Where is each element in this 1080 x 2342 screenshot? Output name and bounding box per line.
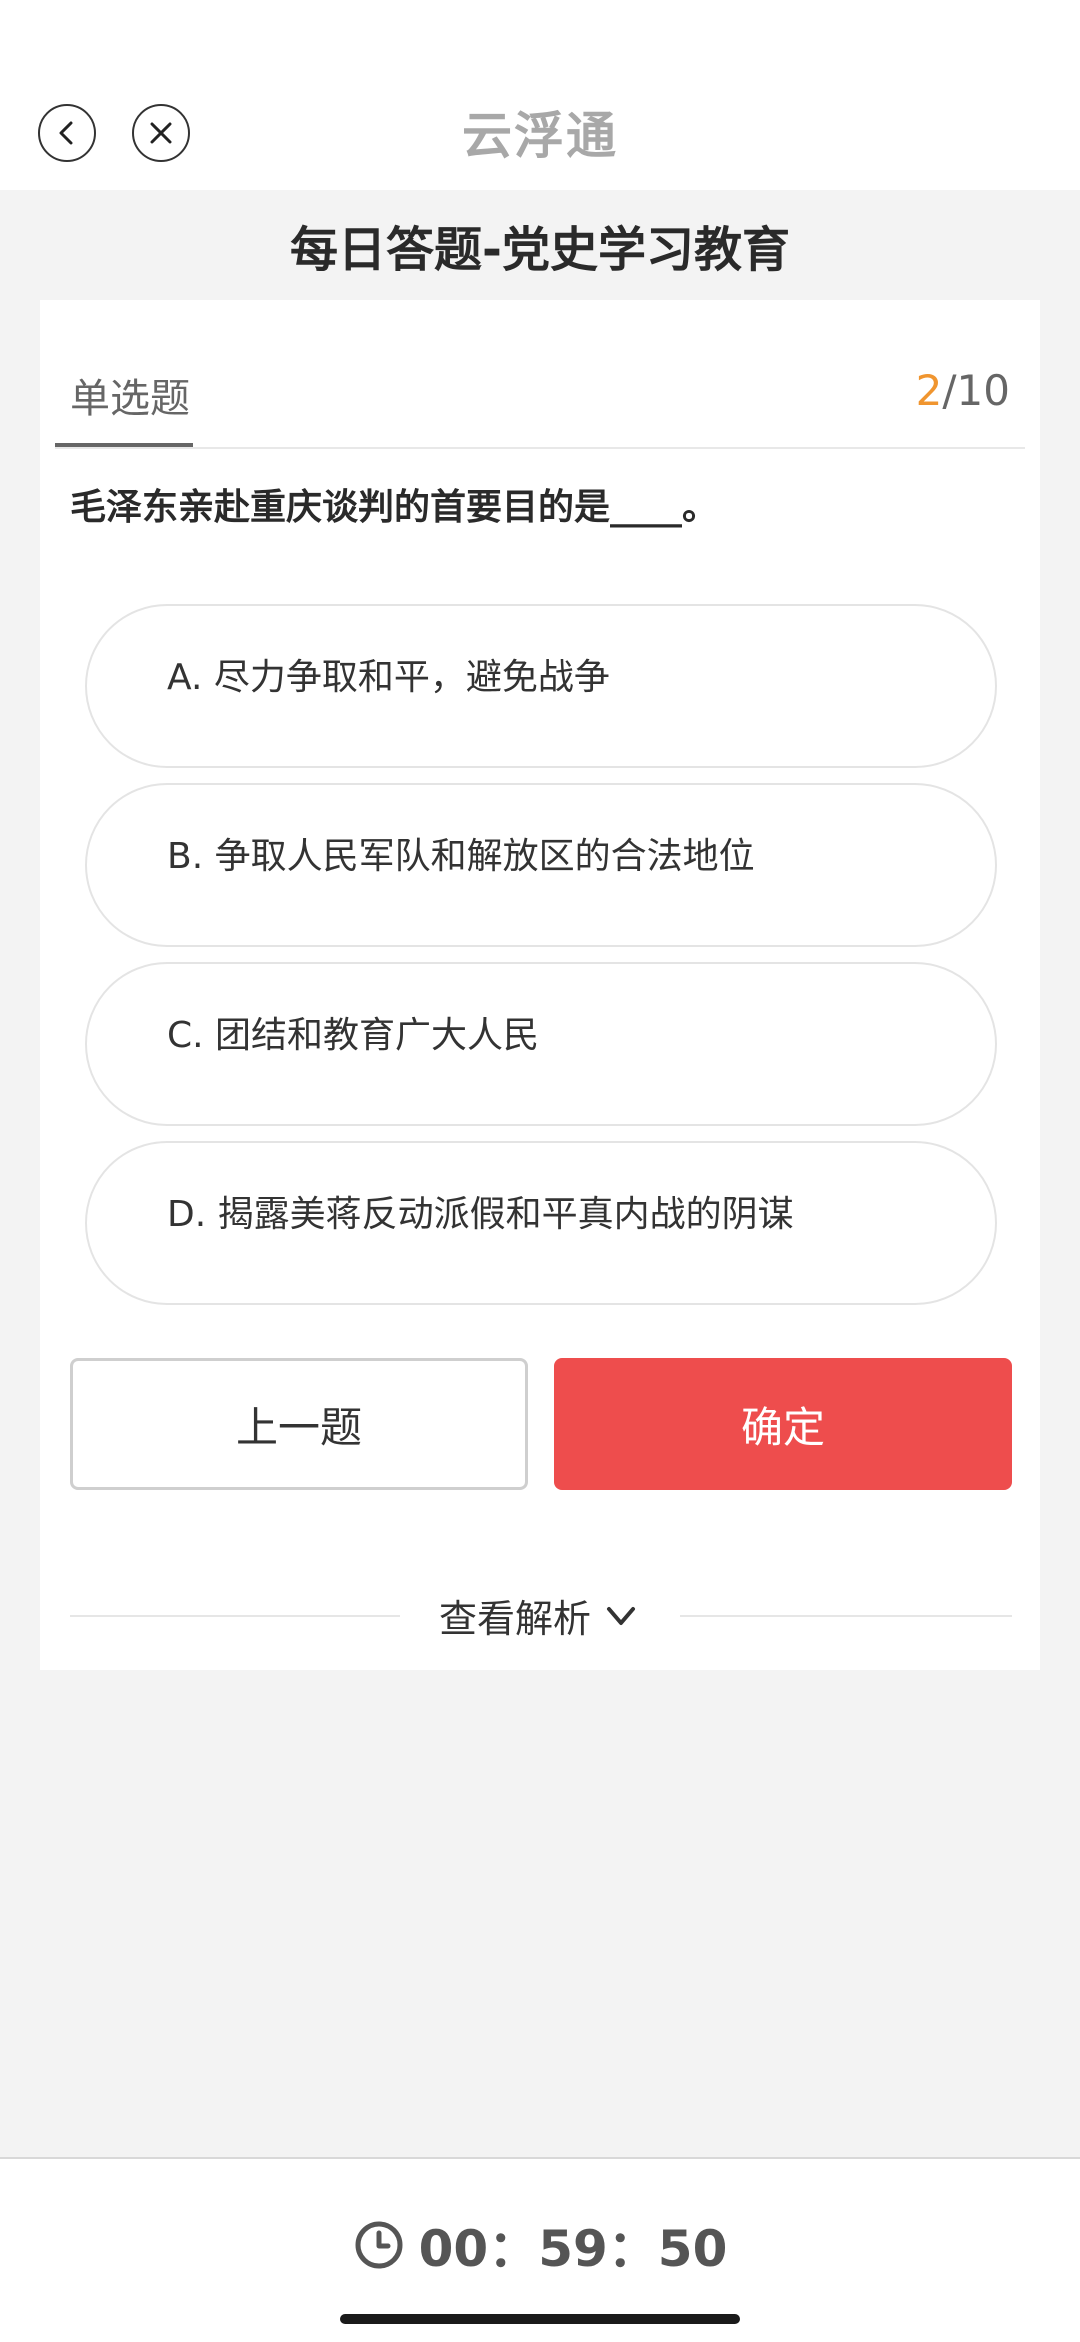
option-c-label: C. 团结和教育广大人民 — [167, 1015, 540, 1056]
divider-left — [70, 1615, 400, 1617]
option-b-label: B. 争取人民军队和解放区的合法地位 — [167, 836, 755, 877]
option-d[interactable]: D. 揭露美蒋反动派假和平真内战的阴谋 — [85, 1141, 997, 1305]
option-c[interactable]: C. 团结和教育广大人民 — [85, 962, 997, 1126]
previous-question-button[interactable]: 上一题 — [70, 1358, 528, 1490]
chevron-down-icon — [607, 1606, 635, 1625]
view-analysis-label: 查看解析 — [438, 1597, 591, 1641]
option-a-label: A. 尽力争取和平，避免战争 — [167, 657, 610, 698]
question-counter: 2/10 — [916, 366, 1010, 415]
divider-right — [680, 1615, 1012, 1617]
countdown-timer: 00：59：50 — [0, 2209, 1080, 2281]
quiz-card: 单选题 2/10 毛泽东亲赴重庆谈判的首要目的是____。 A. 尽力争取和平，… — [40, 300, 1040, 1670]
divider — [55, 447, 1025, 449]
question-type-tab: 单选题 — [70, 376, 190, 422]
option-b[interactable]: B. 争取人民军队和解放区的合法地位 — [85, 783, 997, 947]
confirm-button[interactable]: 确定 — [554, 1358, 1012, 1490]
option-a[interactable]: A. 尽力争取和平，避免战争 — [85, 604, 997, 768]
question-text: 毛泽东亲赴重庆谈判的首要目的是____。 — [70, 487, 719, 528]
clock-icon — [355, 2221, 403, 2269]
view-analysis-toggle[interactable]: 查看解析 — [410, 1588, 670, 1643]
home-indicator[interactable] — [340, 2314, 740, 2324]
current-question-number: 2 — [915, 366, 943, 415]
page-title: 每日答题-党史学习教育 — [290, 222, 790, 278]
total-questions: /10 — [942, 366, 1010, 415]
option-d-label: D. 揭露美蒋反动派假和平真内战的阴谋 — [167, 1194, 794, 1235]
timer-value: 00：59：50 — [418, 2220, 728, 2278]
app-brand: 云浮通 — [462, 107, 618, 165]
timer-bar: 00：59：50 — [0, 2157, 1080, 2342]
